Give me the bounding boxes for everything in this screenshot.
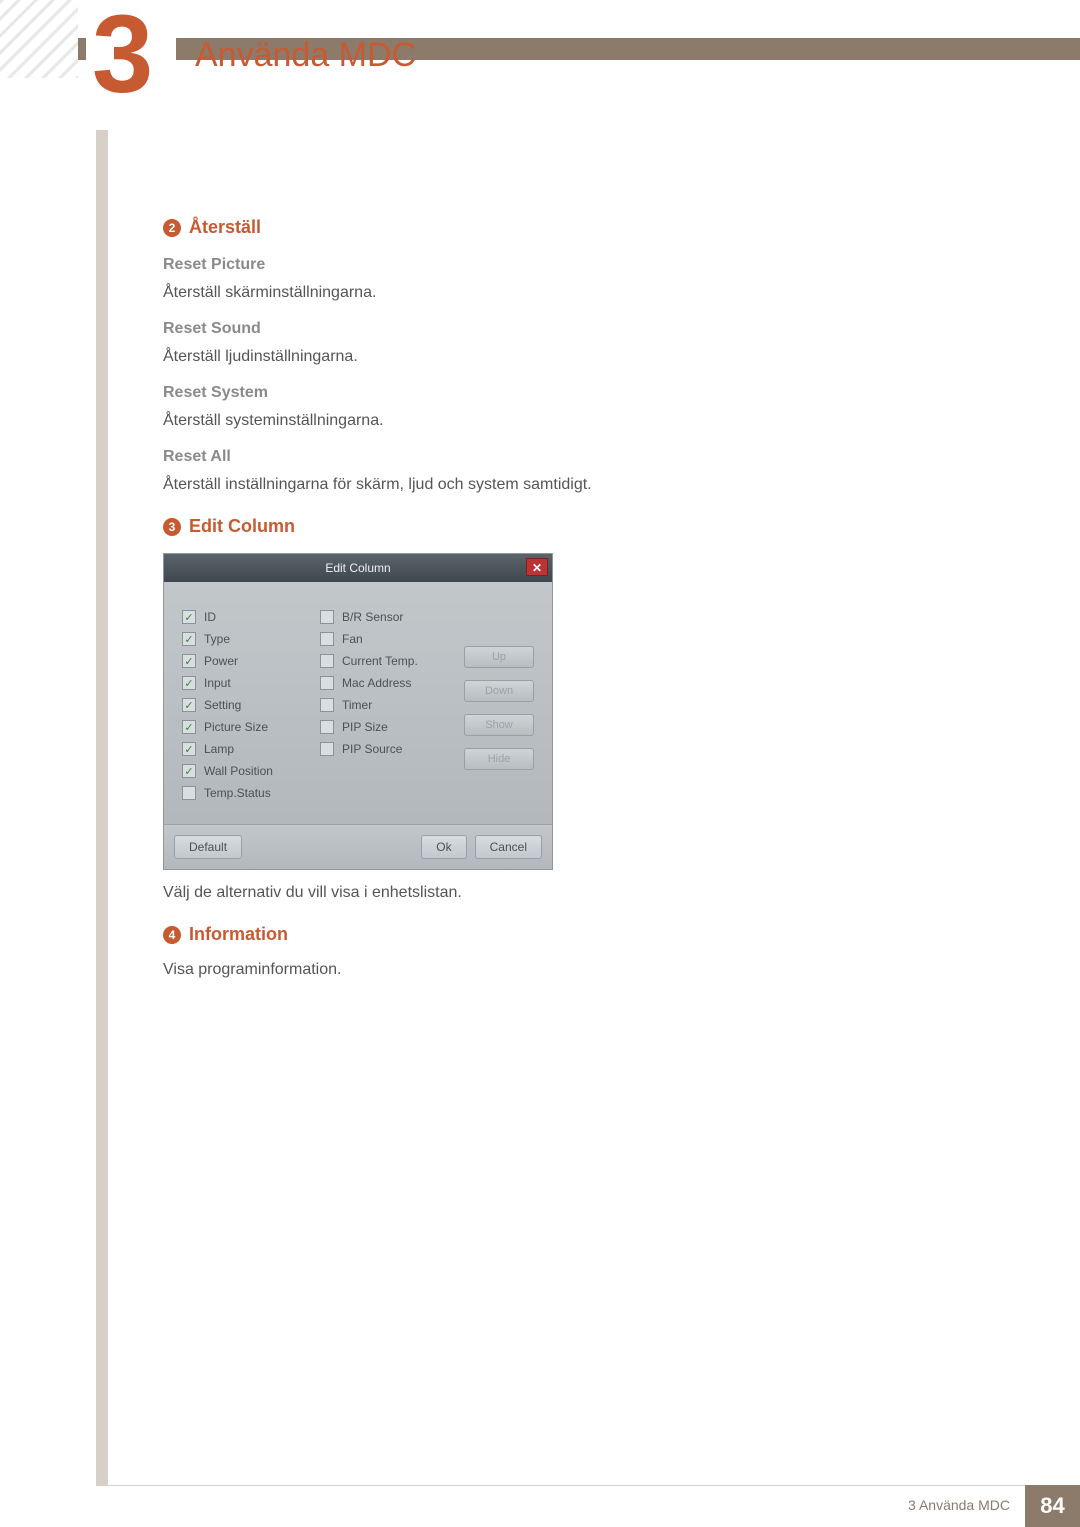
section-4-title: Information: [189, 924, 288, 945]
checkbox-label: Type: [204, 632, 230, 646]
hide-button[interactable]: Hide: [464, 748, 534, 770]
content-area: 2 Återställ Reset Picture Återställ skär…: [163, 195, 893, 993]
checkbox[interactable]: ✓: [182, 698, 196, 712]
reset-system-head: Reset System: [163, 384, 893, 402]
reset-sound-body: Återställ ljudinställningarna.: [163, 348, 893, 366]
footer-page-number: 84: [1025, 1485, 1080, 1527]
dialog-close-button[interactable]: ✕: [526, 558, 548, 576]
section-3-heading: 3 Edit Column: [163, 516, 893, 537]
checkbox-row[interactable]: Timer: [320, 698, 440, 712]
checkbox-label: Lamp: [204, 742, 234, 756]
chapter-number: 3: [92, 0, 153, 110]
checkbox-label: PIP Size: [342, 720, 388, 734]
checkbox[interactable]: [320, 698, 334, 712]
section-4-body: Visa programinformation.: [163, 961, 893, 979]
dialog-titlebar: Edit Column ✕: [164, 554, 552, 582]
checkbox-row[interactable]: Temp.Status: [182, 786, 302, 800]
reset-sound-head: Reset Sound: [163, 320, 893, 338]
checkbox-label: Power: [204, 654, 238, 668]
dialog-right-column: B/R Sensor Fan Current Temp. Mac Address Tim…: [320, 610, 440, 800]
checkbox-label: Current Temp.: [342, 654, 418, 668]
reset-all-body: Återställ inställningarna för skärm, lju…: [163, 476, 893, 494]
checkbox[interactable]: [320, 676, 334, 690]
checkbox-label: Timer: [342, 698, 372, 712]
checkbox-row[interactable]: ✓ Picture Size: [182, 720, 302, 734]
ok-button[interactable]: Ok: [421, 835, 466, 859]
dialog-title: Edit Column: [325, 561, 390, 575]
down-button[interactable]: Down: [464, 680, 534, 702]
checkbox-row[interactable]: ✓ ID: [182, 610, 302, 624]
section-2-title: Återställ: [189, 217, 261, 238]
footer-text: 3 Använda MDC: [908, 1497, 1010, 1513]
checkbox-label: Setting: [204, 698, 241, 712]
checkbox[interactable]: ✓: [182, 654, 196, 668]
reset-system-body: Återställ systeminställningarna.: [163, 412, 893, 430]
checkbox-label: PIP Source: [342, 742, 402, 756]
bullet-4-icon: 4: [163, 926, 181, 944]
checkbox-row[interactable]: ✓ Lamp: [182, 742, 302, 756]
reset-picture-body: Återställ skärminställningarna.: [163, 284, 893, 302]
dialog-body: ✓ ID ✓ Type ✓ Power ✓ Input ✓ Setting ✓ Picture Siz…: [164, 582, 552, 824]
checkbox-label: Picture Size: [204, 720, 268, 734]
side-rule: [96, 0, 108, 1485]
checkbox[interactable]: ✓: [182, 720, 196, 734]
checkbox-label: Temp.Status: [204, 786, 271, 800]
checkbox-row[interactable]: Mac Address: [320, 676, 440, 690]
checkbox[interactable]: ✓: [182, 610, 196, 624]
section-3-caption: Välj de alternativ du vill visa i enhets…: [163, 884, 893, 902]
checkbox[interactable]: [320, 610, 334, 624]
checkbox[interactable]: [320, 632, 334, 646]
reset-all-head: Reset All: [163, 448, 893, 466]
checkbox[interactable]: [320, 654, 334, 668]
checkbox-label: Mac Address: [342, 676, 411, 690]
checkbox-label: B/R Sensor: [342, 610, 403, 624]
checkbox-row[interactable]: ✓ Power: [182, 654, 302, 668]
edit-column-dialog: Edit Column ✕ ✓ ID ✓ Type ✓ Power ✓ Input ✓ Setti…: [163, 553, 553, 870]
chapter-title: Använda MDC: [195, 36, 416, 75]
bullet-2-icon: 2: [163, 219, 181, 237]
section-4-heading: 4 Information: [163, 924, 893, 945]
checkbox-row[interactable]: ✓ Type: [182, 632, 302, 646]
page-footer: 3 Använda MDC 84: [0, 1485, 1080, 1527]
checkbox[interactable]: [182, 786, 196, 800]
checkbox-row[interactable]: Fan: [320, 632, 440, 646]
up-button[interactable]: Up: [464, 646, 534, 668]
checkbox-row[interactable]: PIP Size: [320, 720, 440, 734]
section-2-heading: 2 Återställ: [163, 217, 893, 238]
checkbox-label: Input: [204, 676, 231, 690]
checkbox-row[interactable]: ✓ Setting: [182, 698, 302, 712]
cancel-button[interactable]: Cancel: [475, 835, 542, 859]
checkbox[interactable]: ✓: [182, 676, 196, 690]
checkbox-row[interactable]: B/R Sensor: [320, 610, 440, 624]
checkbox-label: Wall Position: [204, 764, 273, 778]
show-button[interactable]: Show: [464, 714, 534, 736]
reset-picture-head: Reset Picture: [163, 256, 893, 274]
dialog-side-buttons: Up Down Show Hide: [464, 646, 534, 800]
checkbox-row[interactable]: Current Temp.: [320, 654, 440, 668]
checkbox-label: Fan: [342, 632, 363, 646]
checkbox[interactable]: ✓: [182, 632, 196, 646]
checkbox[interactable]: ✓: [182, 764, 196, 778]
default-button[interactable]: Default: [174, 835, 242, 859]
dialog-left-column: ✓ ID ✓ Type ✓ Power ✓ Input ✓ Setting ✓ Picture Siz…: [182, 610, 302, 800]
checkbox-row[interactable]: ✓ Input: [182, 676, 302, 690]
checkbox-label: ID: [204, 610, 216, 624]
bullet-3-icon: 3: [163, 518, 181, 536]
checkbox-row[interactable]: PIP Source: [320, 742, 440, 756]
checkbox[interactable]: ✓: [182, 742, 196, 756]
footer-rule: [96, 1485, 1080, 1486]
checkbox[interactable]: [320, 742, 334, 756]
dialog-footer: Default Ok Cancel: [164, 824, 552, 869]
corner-hatch: [0, 0, 78, 78]
section-3-title: Edit Column: [189, 516, 295, 537]
checkbox[interactable]: [320, 720, 334, 734]
checkbox-row[interactable]: ✓ Wall Position: [182, 764, 302, 778]
